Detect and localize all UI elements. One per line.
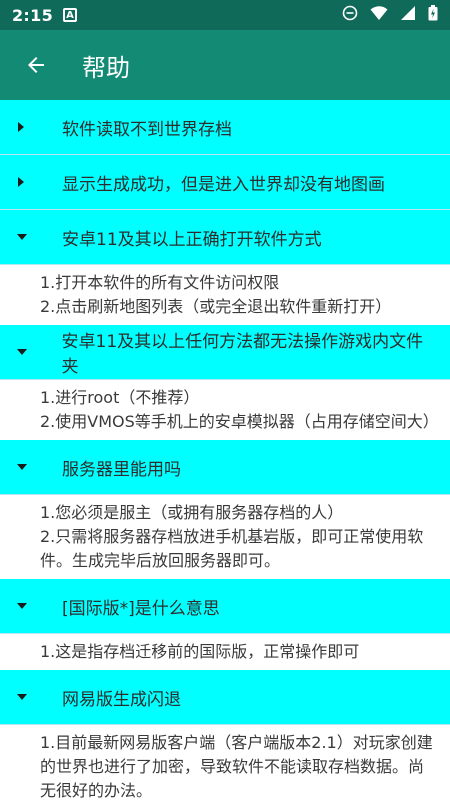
faq-item-3-header[interactable]: 安卓11及其以上任何方法都无法操作游戏内文件夹 (0, 325, 450, 380)
faq-item-label: 安卓11及其以上任何方法都无法操作游戏内文件夹 (61, 332, 424, 377)
back-button[interactable] (16, 45, 56, 85)
caret-down-icon (16, 232, 44, 242)
faq-answer-line: 2.使用VMOS等手机上的安卓模拟器（占用存储空间大） (40, 412, 439, 431)
caret-right-icon (16, 121, 44, 133)
faq-item-2-body: 1.打开本软件的所有文件访问权限 2.点击刷新地图列表（或完全退出软件重新打开） (0, 265, 450, 325)
faq-answer-line: 1.您必须是服主（或拥有服务器存档的人） (40, 503, 344, 522)
caret-down-icon (16, 462, 44, 472)
faq-item-4-body: 1.您必须是服主（或拥有服务器存档的人） 2.只需将服务器存档放进手机基岩版，即… (0, 495, 450, 579)
faq-answer-line: 2.点击刷新地图列表（或完全退出软件重新打开） (40, 297, 392, 316)
status-bar: 2:15 A (0, 0, 450, 30)
page-title: 帮助 (82, 53, 130, 82)
caret-right-icon (16, 176, 44, 188)
status-time: 2:15 (12, 5, 53, 25)
caret-down-icon (16, 601, 44, 611)
faq-item-label: 服务器里能用吗 (62, 459, 181, 480)
status-icons (342, 5, 438, 25)
faq-answer-line: 1.目前最新网易版客户端（客户端版本2.1）对玩家创建的世界也进行了加密，导致软… (40, 733, 433, 800)
faq-answer-line: 1.进行root（不推荐） (40, 388, 200, 407)
faq-item-4-header[interactable]: 服务器里能用吗 (0, 440, 450, 495)
app-bar: 帮助 (0, 30, 450, 100)
signal-icon (400, 5, 416, 25)
faq-item-6-header[interactable]: 网易版生成闪退 (0, 670, 450, 725)
wifi-icon (370, 5, 388, 25)
faq-item-5-body: 1.这是指存档迁移前的国际版，正常操作即可 (0, 634, 450, 670)
faq-item-6-body: 1.目前最新网易版客户端（客户端版本2.1）对玩家创建的世界也进行了加密，导致软… (0, 725, 450, 800)
faq-item-label: [国际版*]是什么意思 (62, 598, 220, 619)
faq-item-0-header[interactable]: 软件读取不到世界存档 (0, 100, 450, 155)
caret-down-icon (16, 692, 44, 702)
faq-item-label: 软件读取不到世界存档 (62, 119, 232, 140)
faq-item-label: 显示生成成功，但是进入世界却没有地图画 (62, 174, 385, 195)
arrow-left-icon (28, 57, 44, 73)
faq-answer-line: 2.只需将服务器存档放进手机基岩版，即可正常使用软件。生成完毕后放回服务器即可。 (40, 527, 424, 570)
faq-item-label: 网易版生成闪退 (62, 689, 181, 710)
help-list: 软件读取不到世界存档 显示生成成功，但是进入世界却没有地图画 安卓11及其以上正… (0, 100, 450, 800)
faq-item-1-header[interactable]: 显示生成成功，但是进入世界却没有地图画 (0, 155, 450, 210)
caret-down-icon (16, 347, 44, 357)
battery-icon (428, 5, 438, 25)
faq-answer-line: 1.这是指存档迁移前的国际版，正常操作即可 (40, 642, 360, 661)
faq-answer-line: 1.打开本软件的所有文件访问权限 (40, 273, 280, 292)
faq-item-3-body: 1.进行root（不推荐） 2.使用VMOS等手机上的安卓模拟器（占用存储空间大… (0, 380, 450, 440)
faq-item-label: 安卓11及其以上正确打开软件方式 (62, 229, 322, 250)
faq-item-2-header[interactable]: 安卓11及其以上正确打开软件方式 (0, 210, 450, 265)
faq-item-5-header[interactable]: [国际版*]是什么意思 (0, 579, 450, 634)
do-not-disturb-icon (342, 5, 358, 25)
app-notification-icon: A (63, 8, 77, 22)
